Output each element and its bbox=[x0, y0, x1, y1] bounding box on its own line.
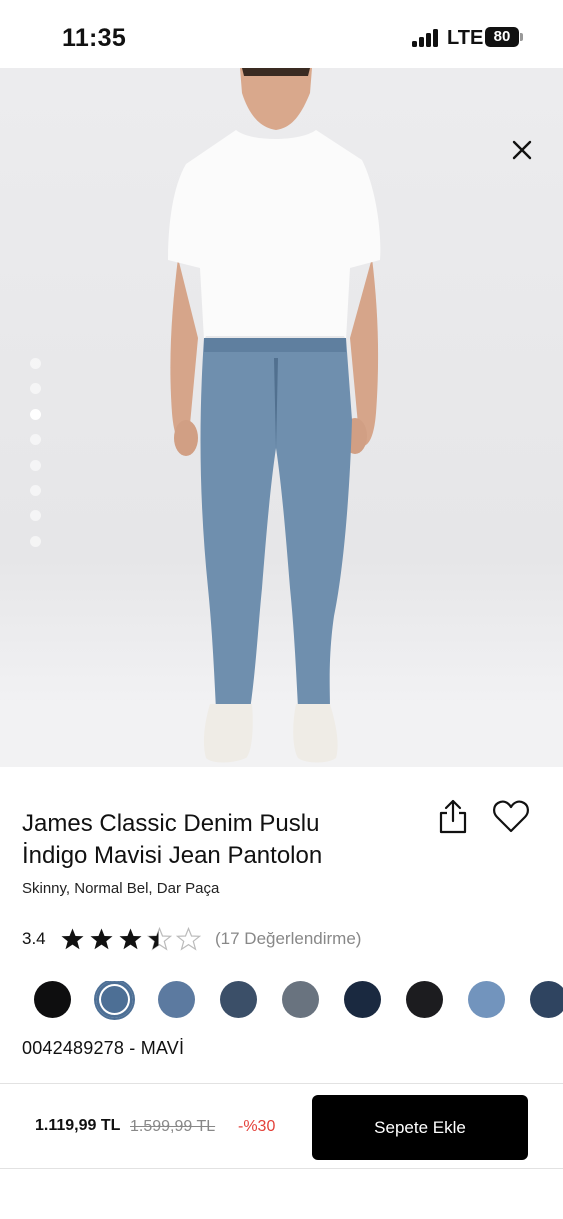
current-price: 1.119,99 TL bbox=[35, 1117, 121, 1134]
heart-icon[interactable] bbox=[492, 800, 530, 834]
color-swatch[interactable] bbox=[282, 981, 319, 1018]
battery-tip bbox=[520, 33, 523, 41]
star-icon bbox=[90, 928, 113, 950]
gallery-dot[interactable] bbox=[30, 535, 41, 547]
close-icon[interactable] bbox=[510, 138, 536, 164]
product-title-line2: İndigo Mavisi Jean Pantolon bbox=[22, 842, 323, 869]
product-image[interactable] bbox=[0, 68, 563, 767]
gallery-dot[interactable] bbox=[30, 510, 41, 522]
old-price: 1.599,99 TL bbox=[130, 1118, 216, 1135]
star-icon bbox=[119, 928, 142, 950]
review-count-link[interactable]: (17 Değerlendirme) bbox=[215, 929, 361, 949]
gallery-dot[interactable] bbox=[30, 484, 41, 496]
status-bar: 11:35 LTE 80 bbox=[0, 0, 563, 68]
gallery-dot-active[interactable] bbox=[30, 408, 41, 420]
gallery-dot[interactable] bbox=[30, 459, 41, 471]
color-swatches bbox=[34, 981, 563, 1021]
product-title: James Classic Denim Puslu İndigo Mavisi … bbox=[22, 808, 422, 872]
gallery-dot[interactable] bbox=[30, 358, 41, 369]
rating-row[interactable]: 3.4 (17 Değerlendirme) bbox=[22, 925, 361, 953]
network-type: LTE bbox=[447, 27, 484, 49]
color-swatch[interactable] bbox=[158, 981, 195, 1018]
color-swatch[interactable] bbox=[406, 981, 443, 1018]
color-swatch[interactable] bbox=[468, 981, 505, 1018]
purchase-bar: 1.119,99 TL 1.599,99 TL -%30 Sepete Ekle bbox=[0, 1083, 563, 1169]
gallery-dot[interactable] bbox=[30, 383, 41, 395]
color-swatch[interactable] bbox=[344, 981, 381, 1018]
product-subtitle: Skinny, Normal Bel, Dar Paça bbox=[22, 880, 220, 897]
star-icon bbox=[61, 928, 84, 950]
model-figure bbox=[168, 68, 381, 763]
signal-icon bbox=[412, 29, 440, 47]
product-sku: 0042489278 - MAVİ bbox=[22, 1038, 185, 1058]
share-icon[interactable] bbox=[436, 798, 470, 836]
product-title-line1: James Classic Denim Puslu bbox=[22, 810, 320, 837]
status-time: 11:35 bbox=[62, 24, 127, 52]
rating-value: 3.4 bbox=[22, 929, 46, 948]
color-swatch[interactable] bbox=[220, 981, 257, 1018]
color-swatch[interactable] bbox=[530, 981, 563, 1018]
gallery-dots bbox=[30, 358, 42, 561]
discount-badge: -%30 bbox=[238, 1118, 276, 1135]
color-swatch-selected[interactable] bbox=[96, 981, 133, 1018]
add-to-cart-button[interactable]: Sepete Ekle bbox=[312, 1095, 528, 1160]
color-swatch[interactable] bbox=[34, 981, 71, 1018]
gallery-dot[interactable] bbox=[30, 434, 41, 446]
star-empty-icon bbox=[176, 927, 201, 951]
star-half-icon bbox=[147, 927, 172, 951]
battery-icon: 80 bbox=[485, 27, 519, 47]
